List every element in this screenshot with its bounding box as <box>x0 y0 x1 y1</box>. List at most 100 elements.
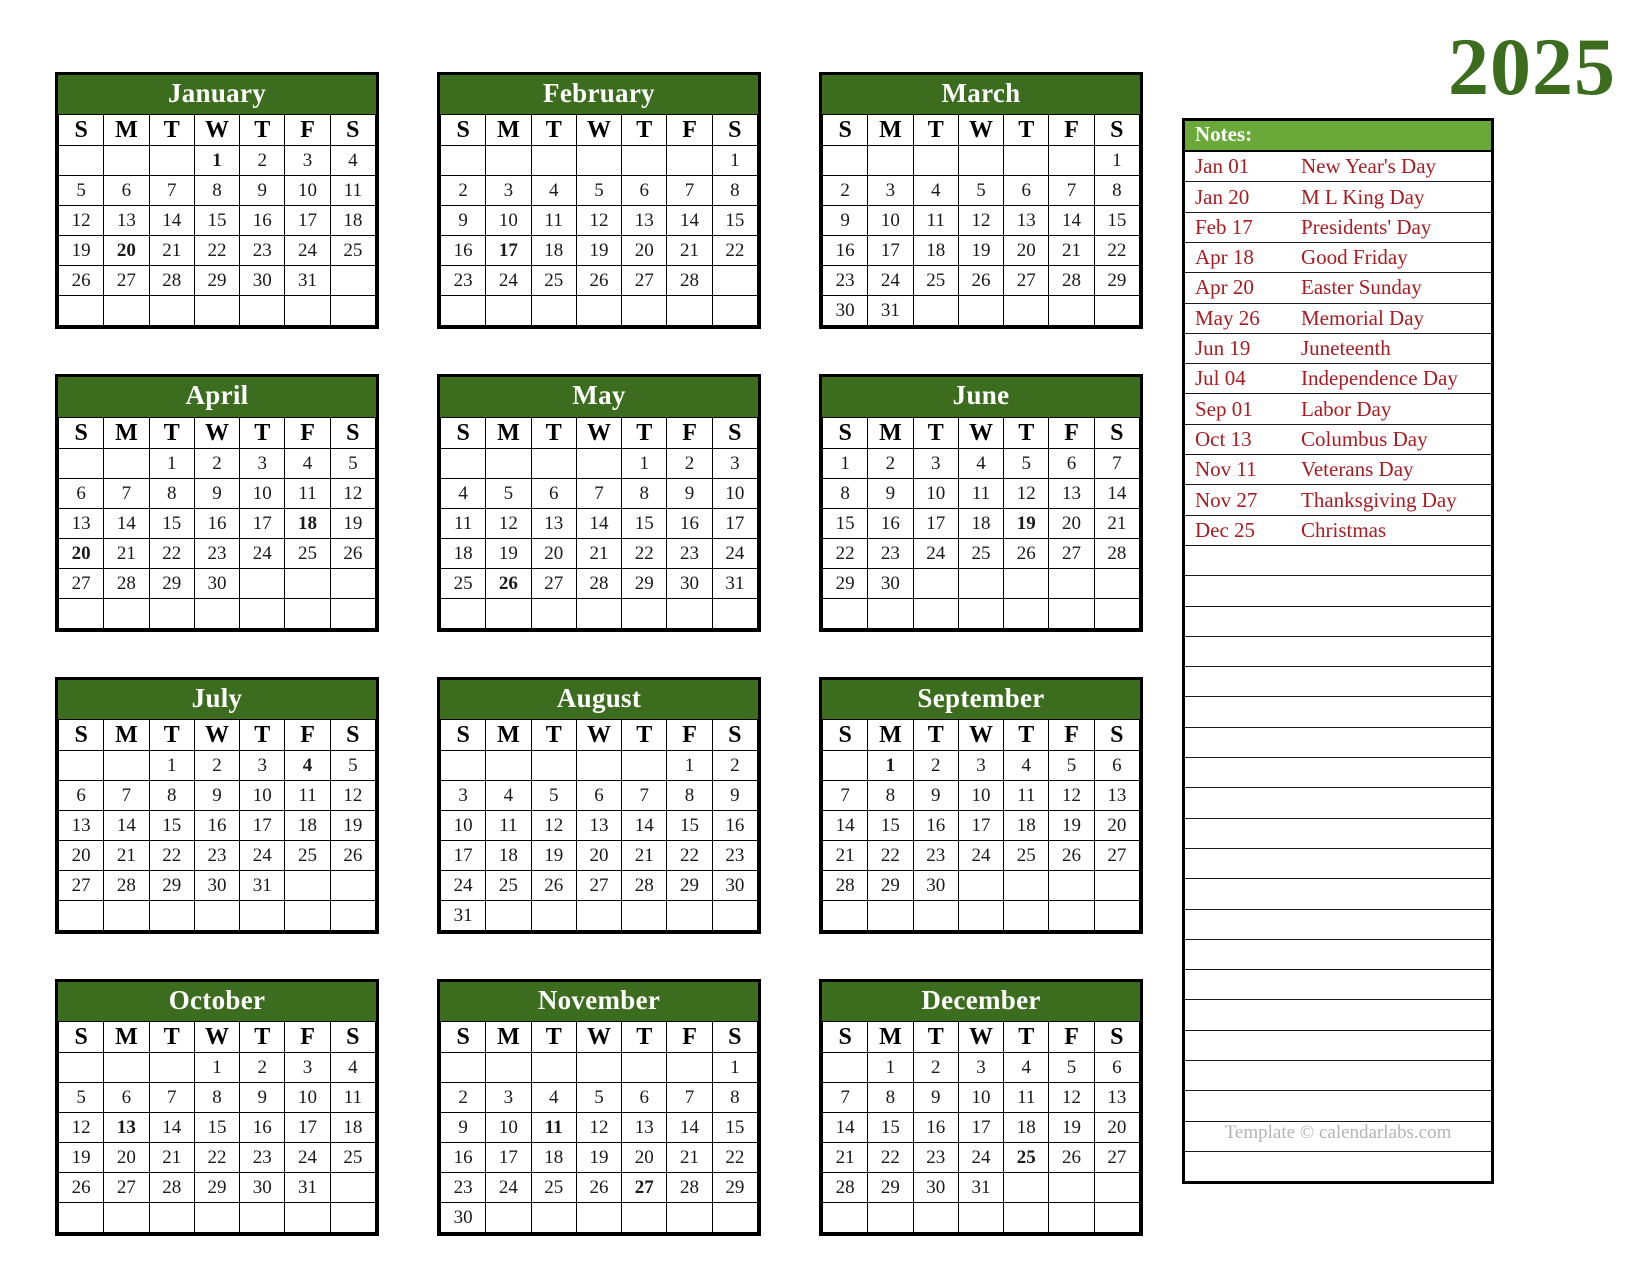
notes-blank-date-cell[interactable] <box>1185 878 1291 910</box>
day-cell-18[interactable]: 18 <box>284 809 331 841</box>
day-cell-8[interactable]: 8 <box>821 477 869 509</box>
day-cell-21[interactable]: 21 <box>666 235 713 267</box>
day-cell-11[interactable]: 11 <box>957 477 1005 509</box>
day-cell-18[interactable]: 18 <box>439 537 487 569</box>
day-cell-27[interactable]: 27 <box>1093 839 1141 871</box>
day-cell-12[interactable]: 12 <box>575 1112 623 1144</box>
notes-blank-date-cell[interactable] <box>1185 544 1291 576</box>
day-cell-11[interactable]: 11 <box>1003 1082 1050 1114</box>
day-cell-22[interactable]: 22 <box>193 1142 241 1174</box>
notes-blank-date-cell[interactable] <box>1185 635 1291 667</box>
day-cell-22[interactable]: 22 <box>867 1142 914 1174</box>
day-cell-31[interactable]: 31 <box>711 567 759 599</box>
notes-blank-line[interactable] <box>1185 726 1491 758</box>
day-cell-14[interactable]: 14 <box>148 1112 195 1144</box>
day-cell-31[interactable]: 31 <box>957 1172 1005 1204</box>
day-cell-6[interactable]: 6 <box>57 477 105 509</box>
day-cell-2[interactable]: 2 <box>821 175 869 207</box>
holiday-day-cell-1[interactable]: 1 <box>193 145 241 177</box>
day-cell-12[interactable]: 12 <box>329 477 377 509</box>
day-cell-11[interactable]: 11 <box>439 507 487 539</box>
day-cell-25[interactable]: 25 <box>530 265 577 297</box>
day-cell-16[interactable]: 16 <box>912 1112 959 1144</box>
notes-blank-text-cell[interactable] <box>1291 817 1491 849</box>
day-cell-24[interactable]: 24 <box>485 265 532 297</box>
day-cell-1[interactable]: 1 <box>193 1052 241 1084</box>
day-cell-5[interactable]: 5 <box>1048 749 1095 781</box>
day-cell-29[interactable]: 29 <box>621 567 668 599</box>
notes-blank-line[interactable] <box>1185 1029 1491 1061</box>
notes-blank-text-cell[interactable] <box>1291 908 1491 940</box>
holiday-day-cell-26[interactable]: 26 <box>485 567 532 599</box>
day-cell-24[interactable]: 24 <box>439 869 487 901</box>
day-cell-27[interactable]: 27 <box>103 1172 150 1204</box>
day-cell-19[interactable]: 19 <box>575 1142 623 1174</box>
notes-blank-line[interactable] <box>1185 847 1491 879</box>
day-cell-9[interactable]: 9 <box>912 1082 959 1114</box>
day-cell-14[interactable]: 14 <box>666 205 713 237</box>
day-cell-7[interactable]: 7 <box>1048 175 1095 207</box>
day-cell-31[interactable]: 31 <box>867 295 914 327</box>
notes-blank-date-cell[interactable] <box>1185 605 1291 637</box>
day-cell-18[interactable]: 18 <box>485 839 532 871</box>
day-cell-5[interactable]: 5 <box>1048 1052 1095 1084</box>
day-cell-21[interactable]: 21 <box>148 1142 195 1174</box>
day-cell-21[interactable]: 21 <box>148 235 195 267</box>
day-cell-8[interactable]: 8 <box>711 175 759 207</box>
day-cell-24[interactable]: 24 <box>284 235 331 267</box>
day-cell-12[interactable]: 12 <box>57 1112 105 1144</box>
day-cell-19[interactable]: 19 <box>530 839 577 871</box>
holiday-day-cell-13[interactable]: 13 <box>103 1112 150 1144</box>
day-cell-28[interactable]: 28 <box>821 869 869 901</box>
day-cell-10[interactable]: 10 <box>485 205 532 237</box>
day-cell-22[interactable]: 22 <box>621 537 668 569</box>
day-cell-15[interactable]: 15 <box>867 809 914 841</box>
day-cell-12[interactable]: 12 <box>530 809 577 841</box>
day-cell-19[interactable]: 19 <box>1048 809 1095 841</box>
day-cell-13[interactable]: 13 <box>57 507 105 539</box>
day-cell-19[interactable]: 19 <box>329 809 377 841</box>
day-cell-27[interactable]: 27 <box>57 567 105 599</box>
day-cell-30[interactable]: 30 <box>821 295 869 327</box>
day-cell-29[interactable]: 29 <box>193 1172 241 1204</box>
day-cell-13[interactable]: 13 <box>621 1112 668 1144</box>
holiday-day-cell-1[interactable]: 1 <box>867 749 914 781</box>
day-cell-9[interactable]: 9 <box>439 1112 487 1144</box>
day-cell-26[interactable]: 26 <box>1048 1142 1095 1174</box>
day-cell-17[interactable]: 17 <box>867 235 914 267</box>
notes-blank-line[interactable] <box>1185 1090 1491 1122</box>
day-cell-28[interactable]: 28 <box>148 265 195 297</box>
day-cell-28[interactable]: 28 <box>148 1172 195 1204</box>
notes-blank-line[interactable] <box>1185 787 1491 819</box>
day-cell-28[interactable]: 28 <box>621 869 668 901</box>
notes-blank-line[interactable] <box>1185 999 1491 1031</box>
day-cell-19[interactable]: 19 <box>57 1142 105 1174</box>
day-cell-18[interactable]: 18 <box>530 235 577 267</box>
day-cell-6[interactable]: 6 <box>621 1082 668 1114</box>
day-cell-7[interactable]: 7 <box>821 1082 869 1114</box>
day-cell-2[interactable]: 2 <box>193 749 241 781</box>
holiday-day-cell-19[interactable]: 19 <box>1003 507 1050 539</box>
holiday-day-cell-20[interactable]: 20 <box>57 537 105 569</box>
notes-blank-text-cell[interactable] <box>1291 1029 1491 1061</box>
day-cell-11[interactable]: 11 <box>284 779 331 811</box>
day-cell-9[interactable]: 9 <box>821 205 869 237</box>
day-cell-15[interactable]: 15 <box>711 205 759 237</box>
day-cell-14[interactable]: 14 <box>575 507 623 539</box>
day-cell-11[interactable]: 11 <box>284 477 331 509</box>
notes-blank-text-cell[interactable] <box>1291 757 1491 788</box>
day-cell-14[interactable]: 14 <box>1093 477 1141 509</box>
day-cell-27[interactable]: 27 <box>1003 265 1050 297</box>
day-cell-20[interactable]: 20 <box>1093 1112 1141 1144</box>
day-cell-9[interactable]: 9 <box>439 205 487 237</box>
day-cell-5[interactable]: 5 <box>957 175 1005 207</box>
day-cell-9[interactable]: 9 <box>193 477 241 509</box>
day-cell-22[interactable]: 22 <box>1093 235 1141 267</box>
day-cell-1[interactable]: 1 <box>867 1052 914 1084</box>
day-cell-20[interactable]: 20 <box>530 537 577 569</box>
day-cell-23[interactable]: 23 <box>867 537 914 569</box>
day-cell-16[interactable]: 16 <box>439 1142 487 1174</box>
day-cell-22[interactable]: 22 <box>666 839 713 871</box>
day-cell-8[interactable]: 8 <box>666 779 713 811</box>
holiday-day-cell-11[interactable]: 11 <box>530 1112 577 1144</box>
